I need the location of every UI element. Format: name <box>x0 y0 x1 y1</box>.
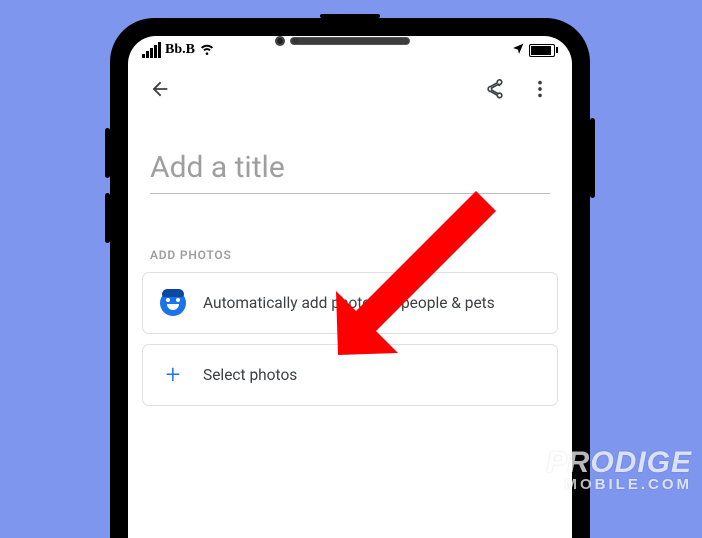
signal-icon <box>142 42 161 58</box>
more-vert-icon <box>529 78 551 104</box>
app-bar <box>128 64 572 118</box>
share-icon <box>483 78 505 104</box>
arrow-back-icon <box>149 78 171 104</box>
phone-frame: Bb.B <box>110 18 590 538</box>
location-icon <box>512 42 525 59</box>
overflow-menu-button[interactable] <box>520 71 560 111</box>
wifi-icon <box>199 40 215 60</box>
phone-notch <box>235 28 465 54</box>
auto-add-label: Automatically add photos of people & pet… <box>203 293 495 314</box>
watermark: PRODIGE MOBILE.COM <box>547 449 692 492</box>
album-title-input[interactable] <box>150 146 550 194</box>
select-photos-label: Select photos <box>203 365 297 386</box>
carrier-label: Bb.B <box>165 42 195 58</box>
watermark-line2: MOBILE.COM <box>547 478 692 492</box>
battery-icon <box>529 44 558 57</box>
power-button <box>590 118 595 198</box>
volume-up-button <box>105 128 110 178</box>
screen: Bb.B <box>128 36 572 538</box>
add-photos-section-label: ADD PHOTOS <box>128 202 572 272</box>
plus-icon: + <box>166 362 181 388</box>
watermark-line1: PRODIGE <box>547 449 692 478</box>
share-button[interactable] <box>474 71 514 111</box>
face-icon <box>160 290 186 316</box>
auto-add-people-pets-option[interactable]: Automatically add photos of people & pet… <box>142 272 558 334</box>
back-button[interactable] <box>140 71 180 111</box>
select-photos-option[interactable]: + Select photos <box>142 344 558 406</box>
volume-down-button <box>105 193 110 243</box>
top-button <box>320 14 380 18</box>
